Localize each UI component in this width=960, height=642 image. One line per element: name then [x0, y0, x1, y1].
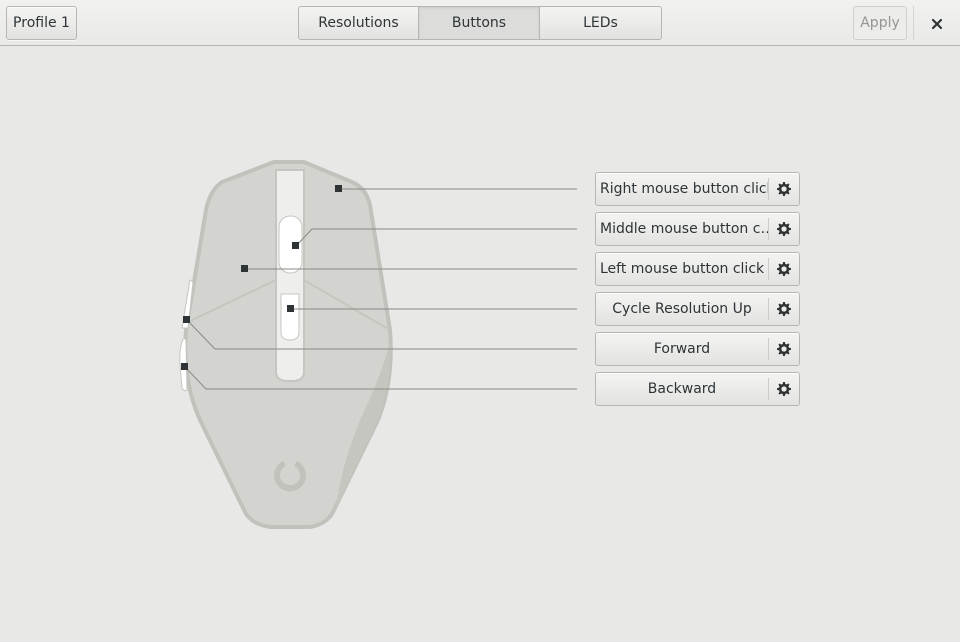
gear-icon — [777, 342, 791, 356]
marker-backward[interactable] — [181, 363, 188, 370]
header-bar: Profile 1 Resolutions Buttons LEDs Apply — [0, 0, 960, 46]
gear-icon — [777, 262, 791, 276]
marker-resolution[interactable] — [287, 305, 294, 312]
tab-leds[interactable]: LEDs — [540, 6, 662, 40]
configure-button[interactable] — [769, 293, 799, 325]
button-action-label[interactable]: Backward — [596, 373, 768, 405]
button-action-backward: Backward — [595, 372, 800, 406]
button-action-middle: Middle mouse button c… — [595, 212, 800, 246]
button-action-right: Right mouse button click — [595, 172, 800, 206]
marker-middle[interactable] — [292, 242, 299, 249]
configure-button[interactable] — [769, 213, 799, 245]
gear-icon — [777, 382, 791, 396]
close-icon — [931, 18, 943, 29]
configure-button[interactable] — [769, 333, 799, 365]
tab-buttons[interactable]: Buttons — [419, 6, 540, 40]
configure-button[interactable] — [769, 173, 799, 205]
button-action-left: Left mouse button click — [595, 252, 800, 286]
button-action-label[interactable]: Left mouse button click — [596, 253, 768, 285]
tab-switcher: Resolutions Buttons LEDs — [298, 6, 662, 40]
button-action-label[interactable]: Forward — [596, 333, 768, 365]
marker-right[interactable] — [335, 185, 342, 192]
button-action-forward: Forward — [595, 332, 800, 366]
button-action-resolution: Cycle Resolution Up — [595, 292, 800, 326]
close-button[interactable] — [920, 6, 954, 40]
mouse-diagram — [179, 160, 577, 529]
button-action-label[interactable]: Middle mouse button c… — [596, 213, 768, 245]
apply-button[interactable]: Apply — [853, 6, 907, 40]
button-action-label[interactable]: Cycle Resolution Up — [596, 293, 768, 325]
gear-icon — [777, 182, 791, 196]
button-action-label[interactable]: Right mouse button click — [596, 173, 768, 205]
profile-button[interactable]: Profile 1 — [6, 6, 77, 40]
tab-resolutions[interactable]: Resolutions — [298, 6, 419, 40]
gear-icon — [777, 302, 791, 316]
configure-button[interactable] — [769, 253, 799, 285]
resolution-button-shape — [280, 293, 300, 341]
marker-left[interactable] — [241, 265, 248, 272]
header-separator — [913, 6, 914, 40]
marker-forward[interactable] — [183, 316, 190, 323]
configure-button[interactable] — [769, 373, 799, 405]
gear-icon — [777, 222, 791, 236]
